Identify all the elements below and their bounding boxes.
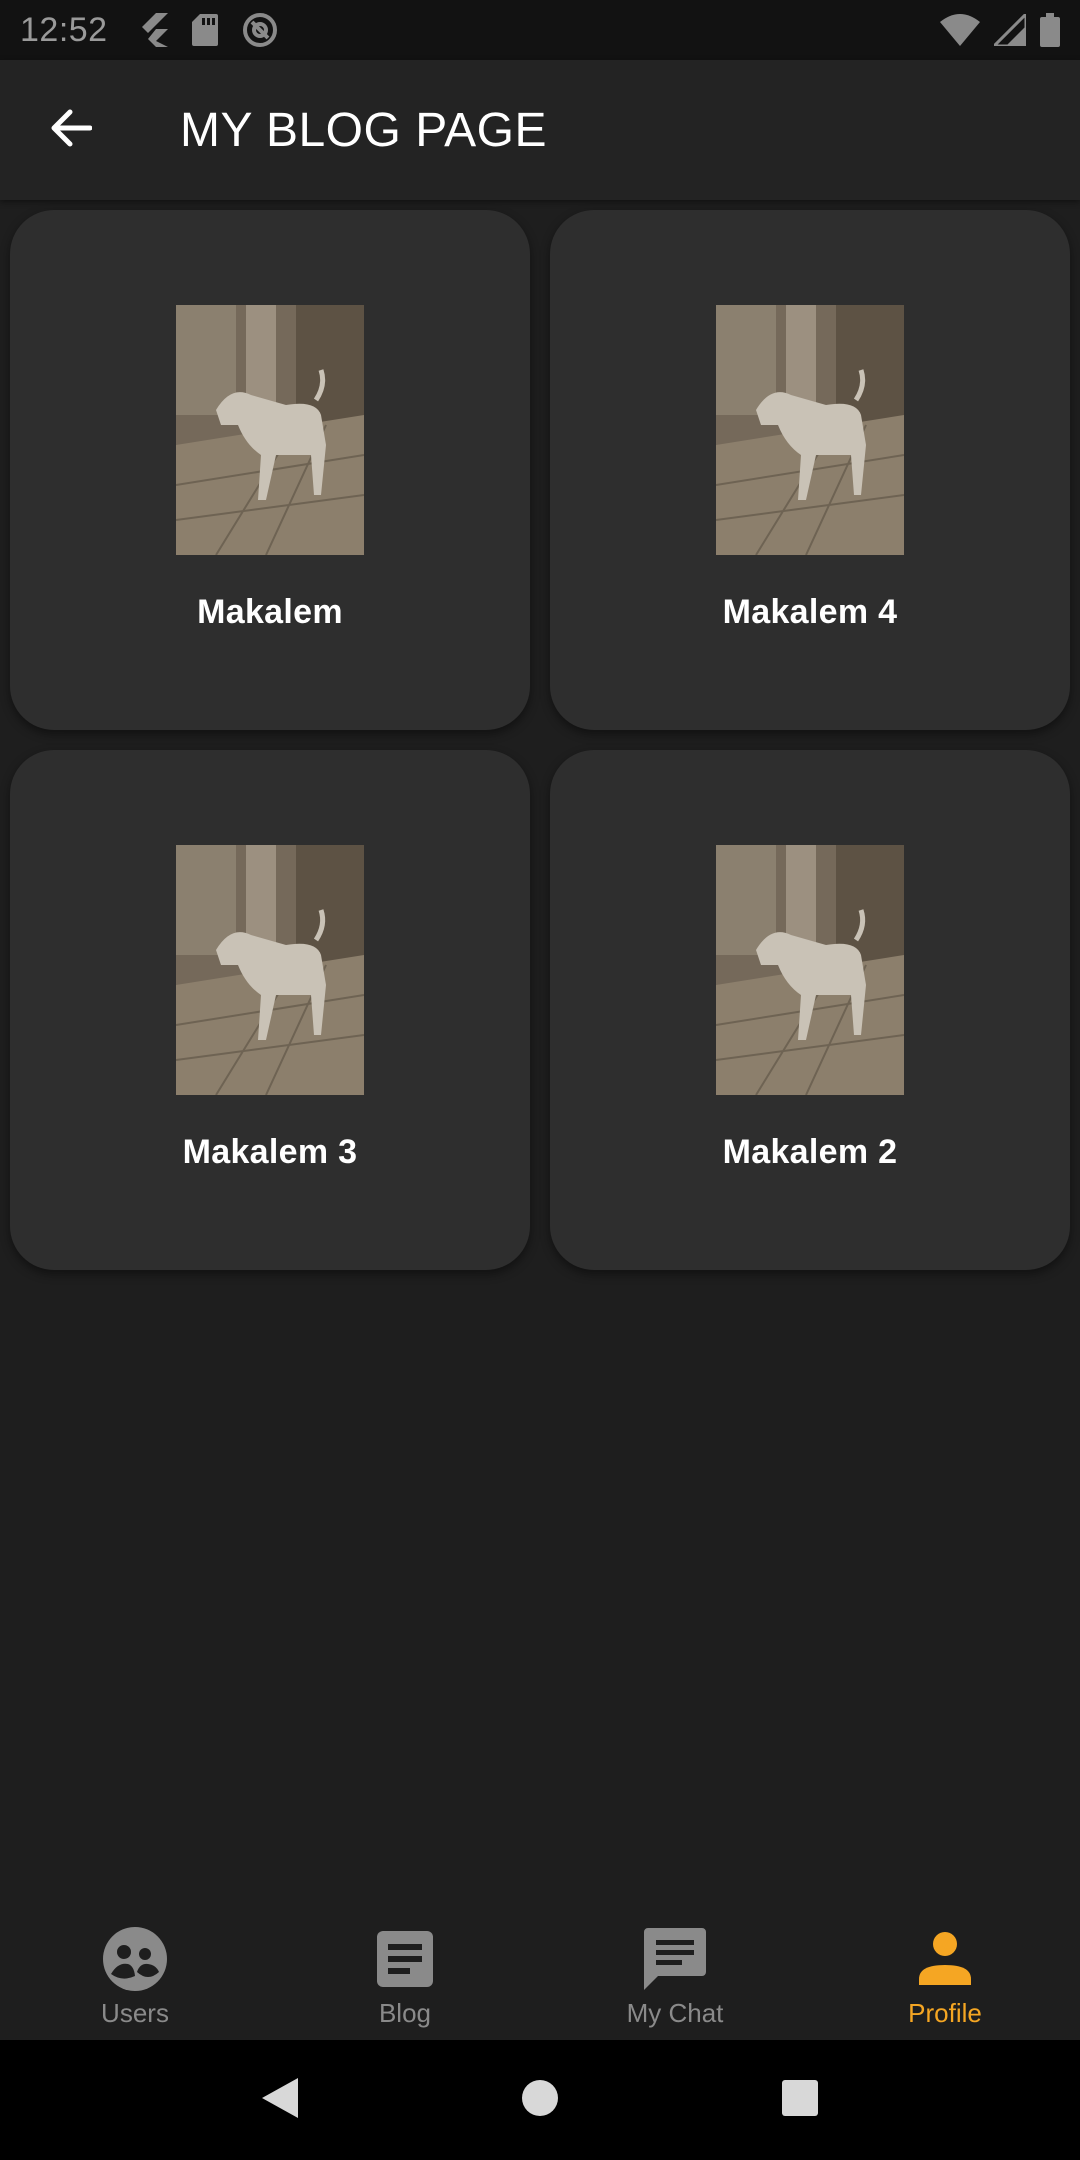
battery-icon <box>1040 13 1060 47</box>
nav-label-profile: Profile <box>908 1998 982 2028</box>
blog-grid: Makalem Makalem 4 Makalem 3 Makalem 2 <box>10 210 1070 1270</box>
person-icon <box>912 1926 978 1992</box>
blog-card[interactable]: Makalem <box>10 210 530 730</box>
bottom-navigation: Users Blog My Chat Profile <box>0 1900 1080 2040</box>
status-left-icons <box>138 12 278 48</box>
blog-card-image <box>716 845 904 1095</box>
blog-card[interactable]: Makalem 2 <box>550 750 1070 1270</box>
wifi-icon <box>940 14 980 46</box>
status-time: 12:52 <box>20 10 108 49</box>
blog-card-image <box>176 305 364 555</box>
nav-item-profile[interactable]: Profile <box>810 1900 1080 2040</box>
nav-label-blog: Blog <box>378 1998 432 2028</box>
users-icon <box>102 1926 168 1992</box>
sd-card-icon <box>191 14 218 46</box>
blog-card[interactable]: Makalem 4 <box>550 210 1070 730</box>
system-navigation-bar <box>0 2040 1080 2160</box>
page-title: MY BLOG PAGE <box>180 103 548 157</box>
app-bar: MY BLOG PAGE <box>0 60 1080 200</box>
blog-card-title: Makalem 4 <box>722 593 898 631</box>
nav-item-users[interactable]: Users <box>0 1900 270 2040</box>
at-sign-icon <box>242 12 278 48</box>
system-home-button[interactable] <box>500 2060 580 2140</box>
blog-card-title: Makalem 3 <box>182 1133 358 1171</box>
signal-icon <box>994 14 1026 46</box>
flutter-icon <box>138 13 168 47</box>
arrow-back-icon <box>48 108 93 153</box>
nav-item-blog[interactable]: Blog <box>270 1900 540 2040</box>
square-recents-icon <box>781 2079 819 2122</box>
system-recents-button[interactable] <box>760 2060 840 2140</box>
circle-home-icon <box>520 2078 560 2123</box>
article-icon <box>372 1926 438 1992</box>
system-back-button[interactable] <box>240 2060 320 2140</box>
chat-icon <box>642 1926 708 1992</box>
blog-card-image <box>176 845 364 1095</box>
blog-card-image <box>716 305 904 555</box>
blog-card-title: Makalem <box>197 593 343 631</box>
triangle-back-icon <box>260 2076 300 2125</box>
blog-card[interactable]: Makalem 3 <box>10 750 530 1270</box>
nav-label-users: Users <box>101 1998 169 2028</box>
blog-card-title: Makalem 2 <box>722 1133 898 1171</box>
nav-label-my-chat: My Chat <box>626 1998 724 2028</box>
back-button[interactable] <box>0 60 140 200</box>
nav-item-my-chat[interactable]: My Chat <box>540 1900 810 2040</box>
status-right-icons <box>940 13 1060 47</box>
status-bar: 12:52 <box>0 0 1080 60</box>
